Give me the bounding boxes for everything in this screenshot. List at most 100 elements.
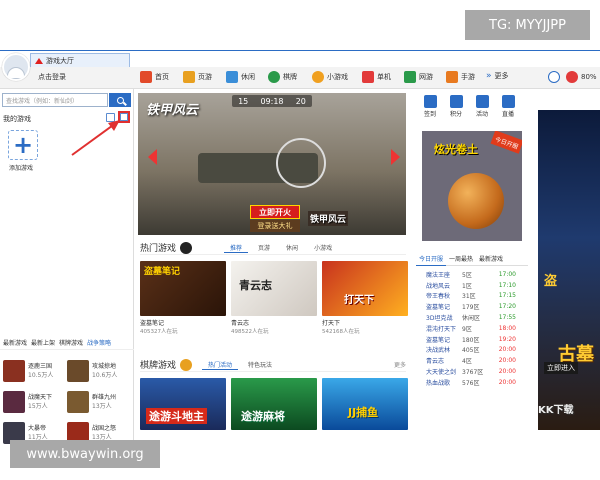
game-name: 逐鹿三国 <box>28 363 53 370</box>
tab-today-servers[interactable]: 今日开服 <box>416 254 447 266</box>
events-button[interactable]: 活动 <box>472 95 492 118</box>
section-title: 热门游戏 <box>140 244 177 254</box>
game-tile[interactable]: 青云志 青云志 498522人在玩 <box>231 261 317 335</box>
tab-webgame[interactable]: 页游 <box>252 243 276 252</box>
points-icon <box>449 95 463 108</box>
add-game-label: 添加游戏 <box>9 165 34 172</box>
tab-casual[interactable]: 休闲 <box>280 243 304 252</box>
app-tab[interactable]: 游戏大厅 <box>30 53 130 67</box>
speed-badge[interactable]: 80% <box>566 71 597 83</box>
tab-newest[interactable]: 最新游戏 <box>3 338 27 349</box>
banner-logo: 铁甲风云 <box>146 103 199 118</box>
tile-caption: 途游斗地主 <box>146 408 207 424</box>
table-row[interactable]: 热血战歌 576区 20:00 <box>416 377 528 388</box>
table-row[interactable]: 帝王春秋 31区 17:15 <box>416 291 528 302</box>
nav-webgame[interactable]: 页游 <box>183 71 212 83</box>
nav-mobile[interactable]: 手游 <box>446 71 475 83</box>
banner-cta-button[interactable]: 立即开火 <box>250 205 300 219</box>
tab-mini[interactable]: 小游戏 <box>308 243 338 252</box>
tile-caption: 途游麻将 <box>241 410 285 423</box>
tab-recommend[interactable]: 推荐 <box>224 243 249 253</box>
promo-title: 炫光卷土 <box>434 143 478 156</box>
ad-subtitle: 盗 <box>544 274 558 289</box>
tab-new-release[interactable]: 最新上架 <box>31 338 55 349</box>
nav-single[interactable]: 单机 <box>362 71 391 83</box>
more-link[interactable]: 更多 <box>394 360 406 369</box>
list-item[interactable]: 群雄九州 13万人 <box>67 390 131 414</box>
speed-icon <box>566 71 578 83</box>
tab-week-hot[interactable]: 一周最热 <box>446 254 476 266</box>
nav-online[interactable]: 网游 <box>404 71 433 83</box>
game-name: 盗墓笔记 <box>140 320 165 327</box>
banner-next-button[interactable] <box>391 149 400 165</box>
banner-logo-small: 铁甲风云 <box>308 211 349 226</box>
list-item[interactable]: 逐鹿三国 10.5万人 <box>3 359 67 383</box>
table-row[interactable]: 大天使之剑 3767区 20:00 <box>416 366 528 377</box>
search-button[interactable] <box>109 93 131 107</box>
hud-timer: 09:18 <box>260 96 284 106</box>
server-tabs: 今日开服 一周最热 最新游戏 <box>416 254 528 266</box>
table-row[interactable]: 决战武林 405区 20:00 <box>416 345 528 356</box>
download-icon <box>548 71 560 83</box>
nav-casual[interactable]: 休闲 <box>226 71 255 83</box>
table-row[interactable]: 魔法王座 5区 17:00 <box>416 269 528 280</box>
promo-banner[interactable]: 铁甲风云 15 09:18 20 立即开火 登录送大礼 铁甲风云 <box>138 93 406 235</box>
tab-strategy[interactable]: 战争策略 <box>87 338 111 349</box>
tile-caption: 打天下 <box>344 295 374 306</box>
list-item[interactable]: 战魔天下 15万人 <box>3 390 67 414</box>
game-name: 群雄九州 <box>92 394 117 401</box>
watermark-corner: KK下载 <box>538 405 574 416</box>
checkin-button[interactable]: 签到 <box>420 95 440 118</box>
promo-badge: 今日开服 <box>490 131 522 154</box>
game-tile-image: JJ捕鱼 <box>322 378 408 430</box>
nav-chess[interactable]: 棋牌 <box>268 71 297 83</box>
points-button[interactable]: 积分 <box>446 95 466 118</box>
game-name: 打天下 <box>322 320 341 327</box>
table-row[interactable]: 青云志 4区 20:00 <box>416 355 528 366</box>
game-thumb <box>3 360 25 382</box>
tab-chess[interactable]: 棋牌游戏 <box>59 338 83 349</box>
banner-hud: 15 09:18 20 <box>232 95 312 107</box>
nav-mini[interactable]: 小游戏 <box>312 71 348 83</box>
table-row[interactable]: 盗墓笔记 179区 17:20 <box>416 301 528 312</box>
search-icon <box>116 96 124 104</box>
nav-more[interactable]: » 更多 <box>486 71 509 81</box>
download-button[interactable] <box>548 71 560 83</box>
game-players: 10.6万人 <box>92 372 118 379</box>
chess-games-header: 棋牌游戏 热门活动 特色玩法 更多 <box>140 358 406 372</box>
title-bar: 游戏大厅 <box>0 51 600 67</box>
game-tile-image: 盗墓笔记 <box>140 261 226 316</box>
side-ad[interactable]: 盗 古墓 立即进入 <box>538 110 600 430</box>
list-item[interactable]: 攻城掠地 10.6万人 <box>67 359 131 383</box>
avatar[interactable] <box>2 53 30 81</box>
game-tile[interactable]: 打天下 打天下 542168人在玩 <box>322 261 408 335</box>
game-players: 542168人在玩 <box>322 329 360 335</box>
game-players: 405327人在玩 <box>140 329 178 335</box>
live-button[interactable]: 直播 <box>498 95 518 118</box>
banner-prev-button[interactable] <box>148 149 157 165</box>
tab-hot-events[interactable]: 热门活动 <box>202 360 239 370</box>
send-icon <box>475 95 489 108</box>
tile-caption: 青云志 <box>239 279 272 292</box>
app-logo-icon <box>35 57 43 64</box>
game-name: 大暴帝 <box>28 425 47 432</box>
chess-icon <box>268 71 280 83</box>
add-game-button[interactable]: + <box>8 130 38 160</box>
tab-new-games[interactable]: 最新游戏 <box>476 254 506 266</box>
tab-special[interactable]: 特色玩法 <box>242 360 278 369</box>
ad-cta[interactable]: 立即进入 <box>544 362 578 374</box>
promo-card[interactable]: 炫光卷土 今日开服 <box>422 131 522 241</box>
game-tile[interactable]: JJ捕鱼 <box>322 378 408 430</box>
table-row[interactable]: 混沌打天下 9区 18:00 <box>416 323 528 334</box>
table-row[interactable]: 3D坦克战 休闲区 17:55 <box>416 312 528 323</box>
search-input[interactable]: 查找游戏（例如：新仙剑） <box>2 93 108 107</box>
game-tile[interactable]: 盗墓笔记 盗墓笔记 405327人在玩 <box>140 261 226 335</box>
game-name: 青云志 <box>231 320 250 327</box>
game-tile[interactable]: 途游麻将 <box>231 378 317 430</box>
table-row[interactable]: 战地风云 1区 17:10 <box>416 280 528 291</box>
game-tile[interactable]: 途游斗地主 <box>140 378 226 430</box>
table-row[interactable]: 盗墓笔记 180区 19:20 <box>416 334 528 345</box>
nav-home[interactable]: 首页 <box>140 71 169 83</box>
online-game-icon <box>404 71 416 83</box>
login-link[interactable]: 点击登录 <box>38 72 66 82</box>
